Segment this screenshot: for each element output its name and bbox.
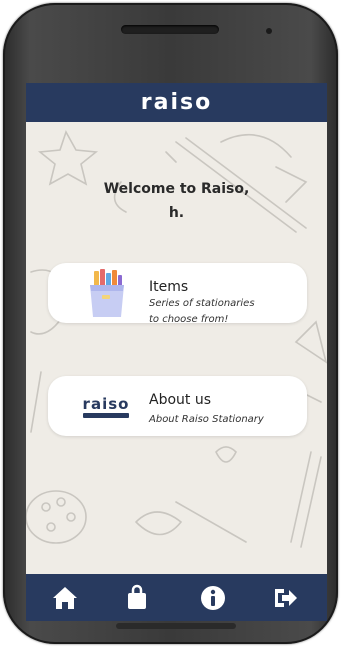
items-card-subtitle-2: to choose from! [149, 310, 228, 329]
about-card-title: About us [149, 392, 212, 408]
welcome-line-2: h. [168, 205, 185, 221]
phone-frame: raiso Welcome to Raiso, h. Items Series … [3, 3, 338, 644]
bottom-bezel-detail [116, 623, 236, 629]
raiso-logo-bar [83, 412, 129, 418]
app-screen: raiso Welcome to Raiso, h. Items Series … [26, 83, 327, 621]
items-card-subtitle-line-2: to choose from! [149, 314, 229, 325]
logout-icon[interactable] [271, 584, 299, 612]
welcome-message: Welcome to Raiso, h. [26, 177, 327, 225]
app-title: raiso [140, 90, 213, 115]
bottom-navigation [26, 574, 327, 621]
app-header: raiso [26, 83, 327, 122]
front-camera [266, 28, 272, 34]
stationery-bag-icon [90, 269, 124, 317]
shopping-bag-icon[interactable] [123, 584, 151, 612]
speaker-grille [121, 25, 219, 34]
raiso-logo-text: raiso [82, 394, 130, 413]
items-card[interactable]: Items Series of stationaries to choose f… [48, 263, 307, 325]
home-icon[interactable] [51, 584, 79, 612]
about-card[interactable]: raiso About us About Raiso Stationary [48, 376, 307, 436]
about-card-subtitle: About Raiso Stationary [149, 414, 264, 425]
info-icon[interactable] [199, 584, 227, 612]
welcome-line-1: Welcome to Raiso, [103, 181, 250, 197]
raiso-logo: raiso [80, 380, 132, 432]
items-card-title: Items [149, 279, 189, 295]
